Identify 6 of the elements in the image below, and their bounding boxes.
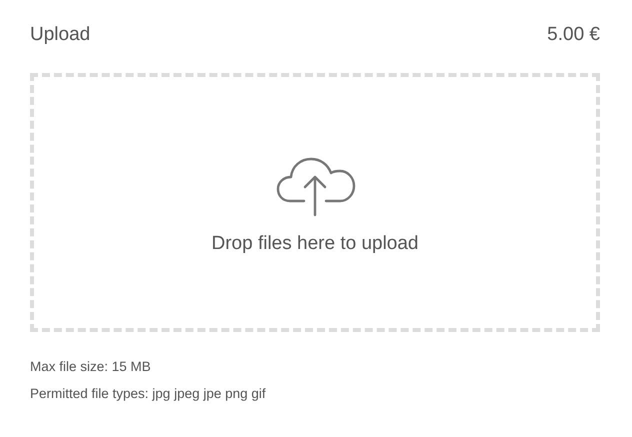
drop-zone[interactable]: Drop files here to upload: [30, 73, 600, 332]
upload-note: Max file size: 15 MB: [30, 358, 152, 376]
upload-note: Permitted file types: jpg jpeg jpe png gif: [30, 385, 267, 403]
upload-title: Upload: [30, 24, 90, 46]
price: 5.00 €: [547, 24, 600, 46]
drop-message: Drop files here to upload: [211, 233, 418, 255]
